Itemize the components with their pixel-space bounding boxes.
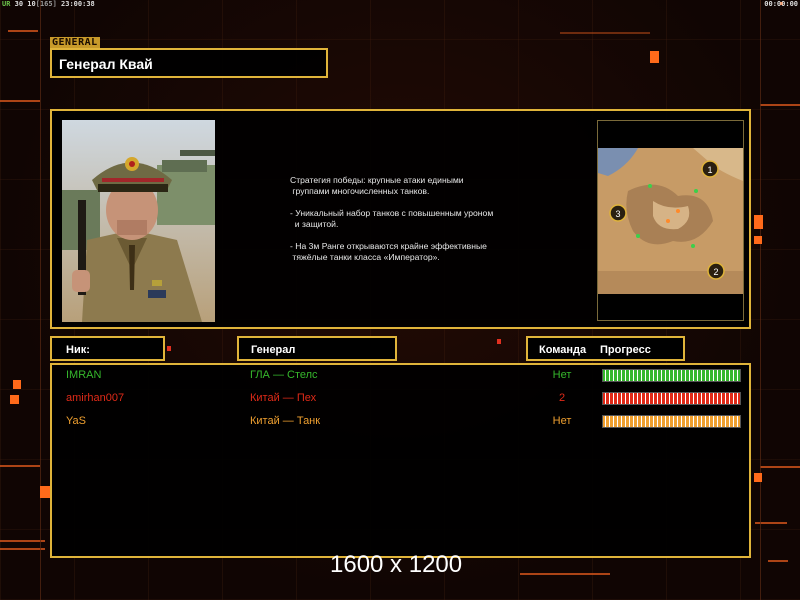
- player-nick: YaS: [66, 415, 86, 427]
- player-progress-bar: [602, 415, 741, 428]
- player-team: 2: [558, 392, 566, 404]
- hud-clock: 23:00:38: [61, 0, 95, 8]
- deco-light: [754, 236, 762, 244]
- deco-light: [10, 395, 19, 404]
- player-general: ГЛА — Стелс: [250, 369, 318, 381]
- player-row: amirhan007 Китай — Пех 2: [52, 390, 749, 410]
- page-title: Генерал Квай: [59, 56, 153, 72]
- deco-vline: [760, 0, 761, 600]
- column-header-nick-label: Ник:: [66, 344, 90, 356]
- general-tag: GENERAL: [50, 37, 100, 48]
- deco-light: [497, 339, 501, 344]
- column-header-progress-label: Прогресс: [600, 344, 651, 356]
- column-header-nick: Ник:: [50, 336, 165, 361]
- general-info-panel: Стратегия победы: крупные атаки едиными …: [50, 109, 751, 329]
- deco-light: [754, 215, 763, 229]
- column-header-team-label: Команда: [539, 344, 587, 356]
- general-portrait-image: [62, 120, 215, 322]
- deco-line: [0, 100, 40, 102]
- deco-light: [650, 51, 659, 63]
- title-frame: Генерал Квай: [50, 48, 328, 78]
- deco-vline: [40, 0, 41, 600]
- general-description: Стратегия победы: крупные атаки едиными …: [290, 175, 494, 262]
- map-preview[interactable]: 1 2 3: [597, 120, 744, 321]
- player-team: Нет: [552, 369, 572, 381]
- hud-stats: UR 30 10[165] 23:00:38: [2, 0, 95, 8]
- resolution-overlay: 1600 x 1200: [330, 551, 463, 578]
- desert-map-icon: 1 2 3: [598, 121, 743, 320]
- deco-line: [760, 466, 800, 468]
- column-header-team-progress: Команда Прогресс: [526, 336, 685, 361]
- deco-line: [0, 540, 45, 542]
- deco-line: [520, 573, 610, 575]
- map-marker-2: 2: [713, 267, 718, 277]
- column-header-general-label: Генерал: [251, 344, 296, 356]
- deco-line: [760, 104, 800, 106]
- player-row: YaS Китай — Танк Нет: [52, 413, 749, 433]
- player-nick: IMRAN: [66, 369, 102, 381]
- map-marker-3: 3: [615, 209, 620, 219]
- deco-line: [8, 30, 38, 32]
- hud-prefix: UR: [2, 0, 11, 8]
- deco-line: [0, 548, 45, 550]
- hud-stats-value: 30 10: [14, 0, 36, 8]
- deco-light: [40, 486, 50, 498]
- players-list: IMRAN ГЛА — Стелс Нет amirhan007 Китай —…: [50, 363, 751, 558]
- deco-line: [0, 465, 40, 467]
- hud-timer: 00:00:00: [764, 0, 798, 8]
- deco-light: [13, 380, 21, 389]
- portrait-illustration: [62, 120, 215, 322]
- player-general: Китай — Танк: [250, 415, 321, 427]
- player-nick: amirhan007: [66, 392, 125, 404]
- player-general: Китай — Пех: [250, 392, 317, 404]
- deco-line: [768, 560, 788, 562]
- hud-bracket: [165]: [35, 0, 57, 8]
- deco-light: [167, 346, 171, 351]
- player-progress-bar: [602, 392, 741, 405]
- player-progress-bar: [602, 369, 741, 382]
- map-marker-1: 1: [707, 165, 712, 175]
- player-team: Нет: [552, 415, 572, 427]
- column-header-general: Генерал: [237, 336, 397, 361]
- player-row: IMRAN ГЛА — Стелс Нет: [52, 367, 749, 387]
- deco-line: [560, 32, 650, 34]
- deco-light: [754, 473, 762, 482]
